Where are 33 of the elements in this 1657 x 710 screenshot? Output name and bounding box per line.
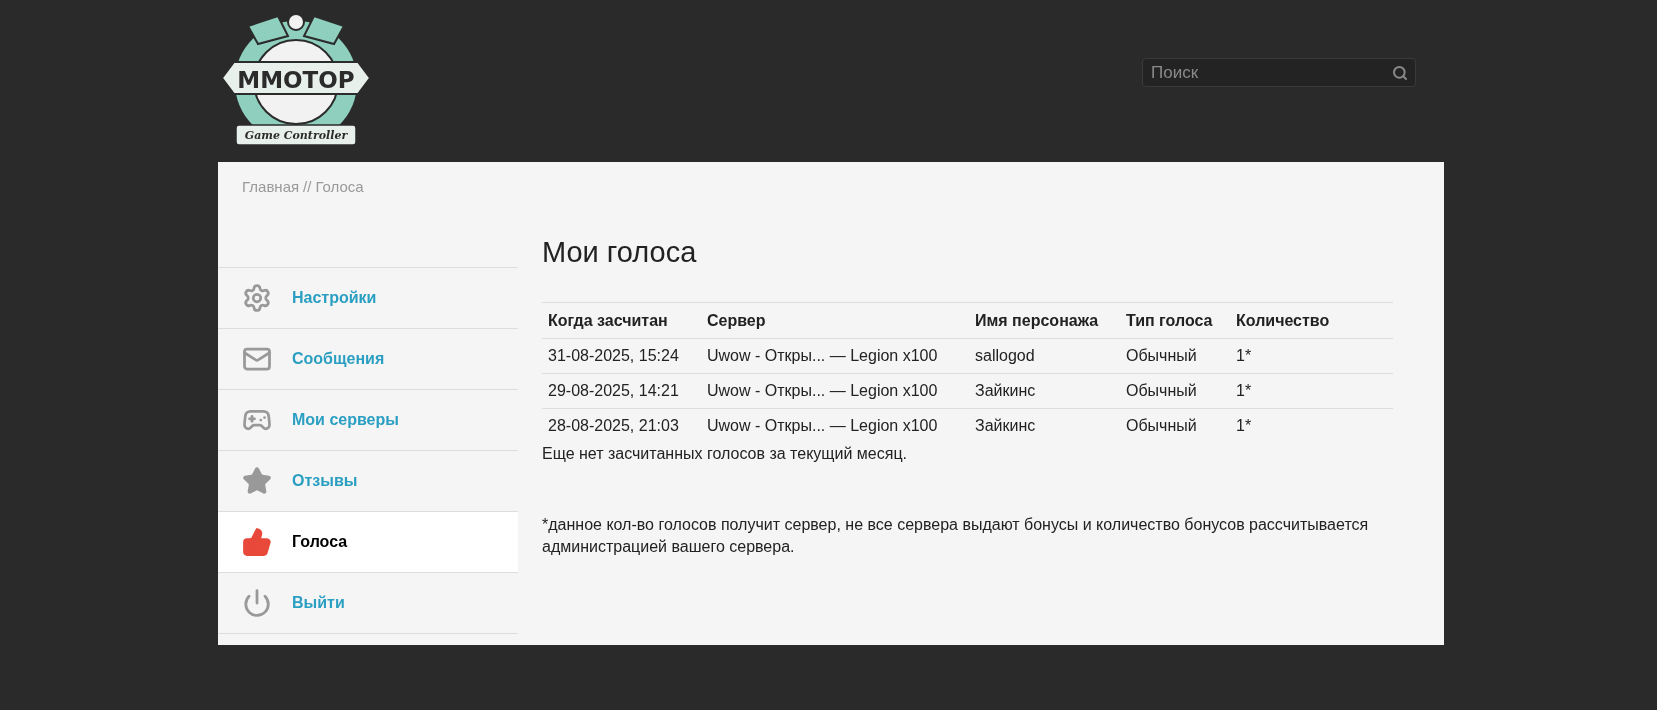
column-header: Количество	[1230, 302, 1393, 339]
table-cell: sallogod	[969, 338, 1120, 374]
column-header: Имя персонажа	[969, 302, 1120, 339]
column-header: Когда засчитан	[542, 302, 701, 339]
footnote: *данное кол-во голосов получит сервер, не все сервера выдают бонусы и количество бонусов рассчитывается администрацией вашего сервера.	[542, 514, 1370, 557]
breadcrumb-link[interactable]: Главная	[242, 176, 300, 199]
star-icon	[242, 465, 272, 496]
table-cell: 1*	[1230, 338, 1393, 374]
sidebar-item[interactable]: Голоса	[218, 511, 518, 573]
table-cell: Обычный	[1120, 408, 1230, 444]
gear-icon	[242, 282, 272, 313]
table-cell: Зайкинс	[969, 373, 1120, 409]
table-cell: 1*	[1230, 408, 1393, 444]
column-header: Тип голоса	[1120, 302, 1230, 339]
table-cell: 28-08-2025, 21:03	[542, 408, 701, 444]
table-cell: 29-08-2025, 14:21	[542, 373, 701, 409]
table-cell: Зайкинс	[969, 408, 1120, 444]
search-icon[interactable]	[1392, 65, 1408, 81]
power-icon	[242, 587, 272, 618]
breadcrumb-link[interactable]: Голоса	[315, 176, 364, 199]
breadcrumb-separator: //	[303, 177, 312, 197]
page-title: Мои голоса	[542, 234, 698, 270]
search-field[interactable]: Поиск	[1142, 58, 1416, 87]
table-cell: Uwow - Откры... — Legion x100	[701, 373, 969, 409]
table-cell: Uwow - Откры... — Legion x100	[701, 338, 969, 374]
table-cell: Обычный	[1120, 338, 1230, 374]
table-cell: 31-08-2025, 15:24	[542, 338, 701, 374]
thumbs-up-icon	[242, 526, 272, 557]
empty-message: Еще нет засчитанных голосов за текущий месяц.	[542, 443, 908, 464]
table-cell: Uwow - Откры... — Legion x100	[701, 408, 969, 444]
table-cell: Обычный	[1120, 373, 1230, 409]
column-header: Сервер	[701, 302, 969, 339]
table-cell: 1*	[1230, 373, 1393, 409]
